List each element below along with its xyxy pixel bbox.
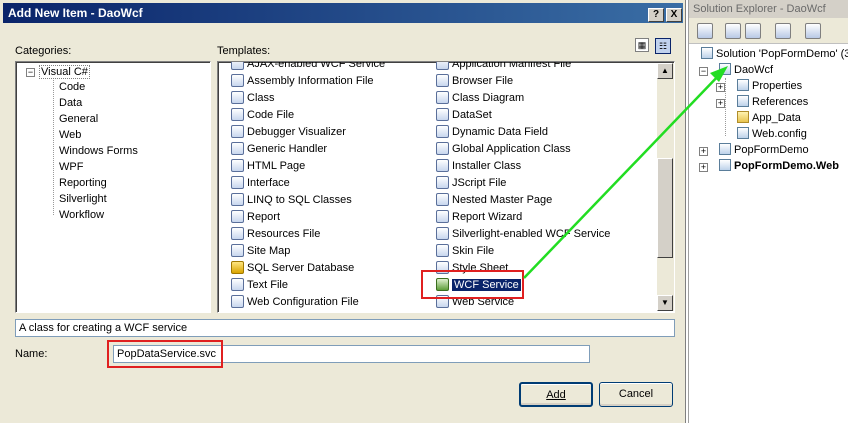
arrow-head xyxy=(710,66,728,82)
annotation-arrow xyxy=(523,66,728,279)
arrow-line xyxy=(523,71,723,279)
